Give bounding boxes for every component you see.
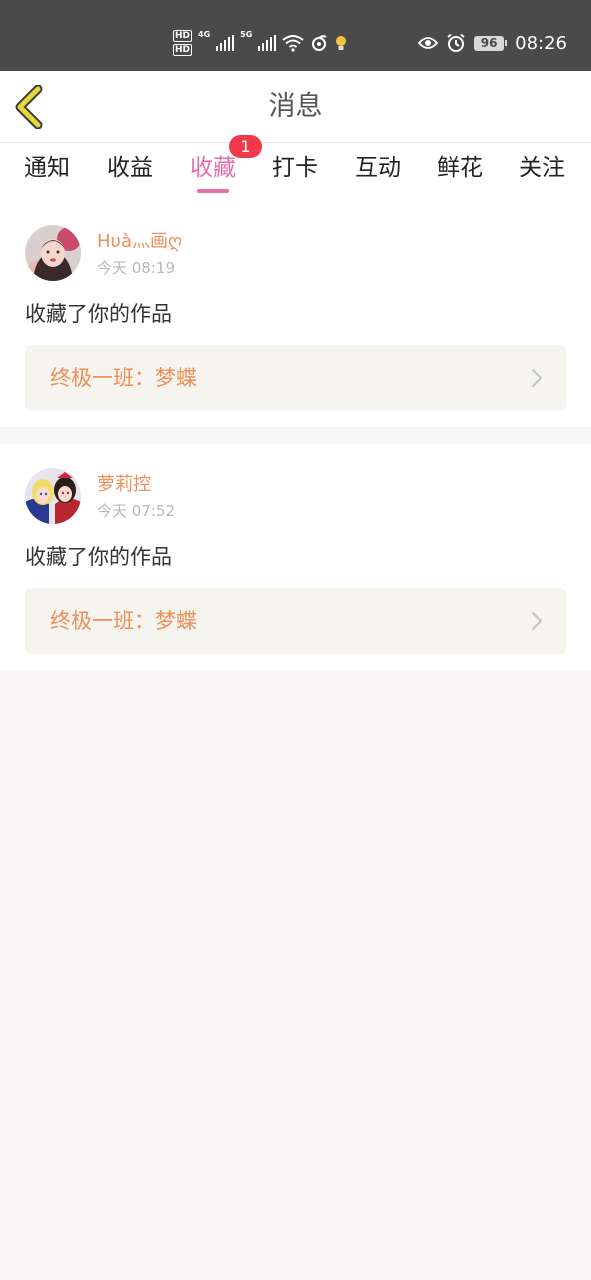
bulb-icon [336,36,347,50]
message-text: 收藏了你的作品 [25,302,172,326]
chevron-right-icon [531,368,543,388]
tab-flowers[interactable]: 鲜花 [437,153,483,183]
eye-icon [418,37,439,49]
tab-interactions[interactable]: 互动 [355,153,401,183]
sync-icon [312,35,327,51]
username[interactable]: 萝莉控 [97,473,151,497]
page-header: 消息 [0,71,591,143]
network-type-label: 5G [240,30,253,39]
message-card: 萝莉控 今天 07:52 收藏了你的作品 终极一班：梦蝶 [0,444,591,670]
status-bar: HD HD 4G 5G 96 08:26 [0,0,591,71]
tab-earnings[interactable]: 收益 [107,153,153,183]
page-title: 消息 [268,91,323,122]
status-left-icons: HD HD 4G 5G [173,26,348,60]
avatar[interactable] [25,225,81,281]
message-card: Hυà灬画ღ 今天 08:19 收藏了你的作品 终极一班：梦蝶 [0,201,591,427]
work-link[interactable]: 终极一班：梦蝶 [25,345,566,411]
tab-favorites[interactable]: 收藏 [190,153,236,183]
work-title: 终极一班：梦蝶 [50,609,197,633]
avatar[interactable] [25,468,81,524]
hd-icon: HD HD [173,30,193,56]
hd-label: HD [173,30,193,42]
hd-label: HD [173,44,193,56]
tab-follows[interactable]: 关注 [519,153,565,183]
username[interactable]: Hυà灬画ღ [97,230,182,254]
battery-icon: 96 [474,35,508,51]
signal-icon [258,35,277,51]
wifi-icon [282,35,304,52]
signal-icon [216,35,235,51]
chevron-right-icon [531,611,543,631]
status-right-icons: 96 08:26 [418,30,567,56]
message-time: 今天 07:52 [97,502,175,520]
work-link[interactable]: 终极一班：梦蝶 [25,588,566,654]
tab-favorites-label: 收藏 [190,155,236,181]
active-tab-indicator [197,189,229,193]
tab-checkin[interactable]: 打卡 [272,153,318,183]
work-title: 终极一班：梦蝶 [50,366,197,390]
message-text: 收藏了你的作品 [25,545,172,569]
battery-level: 96 [474,35,505,51]
status-time: 08:26 [515,32,567,54]
network-type-label: 4G [198,30,211,39]
unread-badge: 1 [229,135,262,158]
message-time: 今天 08:19 [97,259,175,277]
tab-bar: 通知 收益 收藏 1 打卡 互动 鲜花 关注 [0,135,591,201]
tab-notifications[interactable]: 通知 [24,153,70,183]
alarm-icon [447,33,465,52]
